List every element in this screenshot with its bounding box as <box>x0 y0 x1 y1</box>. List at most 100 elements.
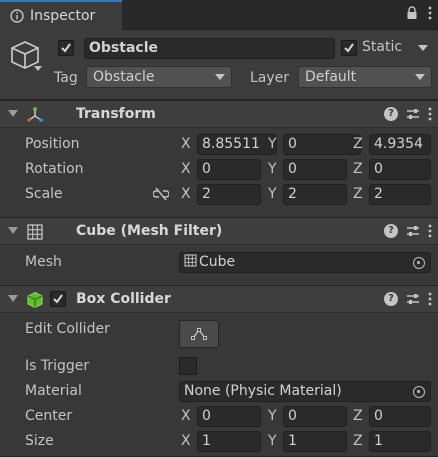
object-name-input[interactable]: Obstacle <box>84 38 335 59</box>
layer-label: Layer <box>250 70 290 86</box>
scale-y-field[interactable]: 2 <box>283 184 347 205</box>
axis-x-label[interactable]: X <box>181 433 191 449</box>
axis-z-label[interactable]: Z <box>353 408 363 424</box>
tab-bar: Inspector <box>0 0 438 30</box>
axis-x-label[interactable]: X <box>181 408 191 424</box>
active-checkbox[interactable] <box>58 40 74 56</box>
layer-dropdown[interactable]: Default <box>298 66 432 88</box>
help-icon[interactable]: ? <box>384 224 398 238</box>
axis-y-label[interactable]: Y <box>268 186 277 202</box>
checkmark-icon <box>344 43 354 53</box>
transform-title: Transform <box>76 106 156 122</box>
material-value: None (Physic Material) <box>184 383 342 399</box>
more-options-icon[interactable] <box>428 6 432 20</box>
chevron-down-icon <box>415 74 425 80</box>
rotation-y-field[interactable]: 0 <box>283 159 347 180</box>
scale-label: Scale <box>25 186 63 202</box>
gameobject-header: Obstacle Static Tag Obstacle Layer Defau… <box>0 30 438 100</box>
center-z-field[interactable]: 0 <box>369 406 431 427</box>
axis-y-label[interactable]: Y <box>268 433 277 449</box>
mesh-filter-title: Cube (Mesh Filter) <box>76 223 223 239</box>
more-options-icon[interactable] <box>428 224 432 238</box>
axis-z-label[interactable]: Z <box>353 186 363 202</box>
checkmark-icon <box>61 43 71 53</box>
object-picker-icon[interactable] <box>413 257 425 269</box>
mesh-object-field[interactable]: Cube <box>179 252 431 273</box>
mesh-grid-icon <box>27 224 43 240</box>
constrain-proportions-icon[interactable] <box>153 187 169 201</box>
mesh-value: Cube <box>199 254 236 270</box>
static-checkbox[interactable] <box>341 40 357 56</box>
edit-collider-icon <box>191 328 207 340</box>
icon-dropdown-arrow-icon[interactable] <box>34 66 42 72</box>
position-x-field[interactable]: 8.85511 <box>197 134 277 155</box>
foldout-arrow-icon[interactable] <box>8 110 18 117</box>
tab-inspector[interactable]: Inspector <box>0 0 122 30</box>
layer-value: Default <box>305 69 357 85</box>
rotation-label: Rotation <box>25 161 84 177</box>
rotation-x-field[interactable]: 0 <box>197 159 261 180</box>
axis-y-label[interactable]: Y <box>268 136 277 152</box>
is-trigger-label: Is Trigger <box>25 358 90 374</box>
chevron-down-icon <box>418 44 428 51</box>
object-picker-icon[interactable] <box>413 386 425 398</box>
presets-icon[interactable] <box>406 292 420 306</box>
axis-z-label[interactable]: Z <box>353 433 363 449</box>
foldout-arrow-icon[interactable] <box>8 295 18 302</box>
position-label: Position <box>25 136 80 152</box>
axis-x-label[interactable]: X <box>181 161 191 177</box>
size-label: Size <box>25 433 54 449</box>
help-icon[interactable]: ? <box>384 107 398 121</box>
size-x-field[interactable]: 1 <box>197 431 261 452</box>
position-y-field[interactable]: 0 <box>283 134 361 155</box>
axis-y-label[interactable]: Y <box>268 161 277 177</box>
static-label: Static <box>362 39 403 55</box>
axis-x-label[interactable]: X <box>181 136 191 152</box>
material-label: Material <box>25 383 82 399</box>
center-y-field[interactable]: 0 <box>283 406 347 427</box>
transform-icon <box>27 107 43 122</box>
tab-actions <box>406 6 432 20</box>
presets-icon[interactable] <box>406 224 420 238</box>
mesh-filter-header[interactable]: Cube (Mesh Filter) ? <box>0 217 438 245</box>
center-label: Center <box>25 408 73 424</box>
material-object-field[interactable]: None (Physic Material) <box>179 381 431 402</box>
edit-collider-button[interactable] <box>179 320 219 348</box>
transform-header[interactable]: Transform ? <box>0 100 438 128</box>
foldout-arrow-icon[interactable] <box>8 227 18 234</box>
position-z-field[interactable]: 4.9354 <box>369 134 431 155</box>
tag-label: Tag <box>54 70 78 86</box>
more-options-icon[interactable] <box>428 107 432 121</box>
more-options-icon[interactable] <box>428 292 432 306</box>
tag-dropdown[interactable]: Obstacle <box>86 66 232 88</box>
size-y-field[interactable]: 1 <box>283 431 347 452</box>
help-icon[interactable]: ? <box>384 292 398 306</box>
rotation-z-field[interactable]: 0 <box>369 159 431 180</box>
axis-z-label[interactable]: Z <box>353 136 363 152</box>
size-z-field[interactable]: 1 <box>369 431 431 452</box>
box-collider-title: Box Collider <box>76 291 171 307</box>
box-collider-enabled-checkbox[interactable] <box>50 291 66 307</box>
scale-z-field[interactable]: 2 <box>369 184 431 205</box>
transform-actions: ? <box>384 107 432 121</box>
inspector-window: Inspector Obstacle Static Tag Obstacle L… <box>0 0 438 457</box>
scale-x-field[interactable]: 2 <box>197 184 261 205</box>
lock-icon[interactable] <box>406 6 418 20</box>
center-x-field[interactable]: 0 <box>197 406 261 427</box>
box-collider-header[interactable]: Box Collider ? <box>0 285 438 313</box>
presets-icon[interactable] <box>406 107 420 121</box>
chevron-down-icon <box>215 74 225 80</box>
tab-label: Inspector <box>30 8 96 24</box>
axis-z-label[interactable]: Z <box>353 161 363 177</box>
checkmark-icon <box>53 294 63 304</box>
box-collider-icon <box>27 291 43 309</box>
box-collider-actions: ? <box>384 292 432 306</box>
mesh-grid-icon <box>184 254 197 267</box>
info-icon <box>10 9 24 23</box>
static-dropdown-button[interactable] <box>414 38 432 58</box>
mesh-label: Mesh <box>25 254 62 270</box>
axis-x-label[interactable]: X <box>181 186 191 202</box>
axis-y-label[interactable]: Y <box>268 408 277 424</box>
mesh-filter-actions: ? <box>384 224 432 238</box>
is-trigger-checkbox[interactable] <box>179 357 197 375</box>
